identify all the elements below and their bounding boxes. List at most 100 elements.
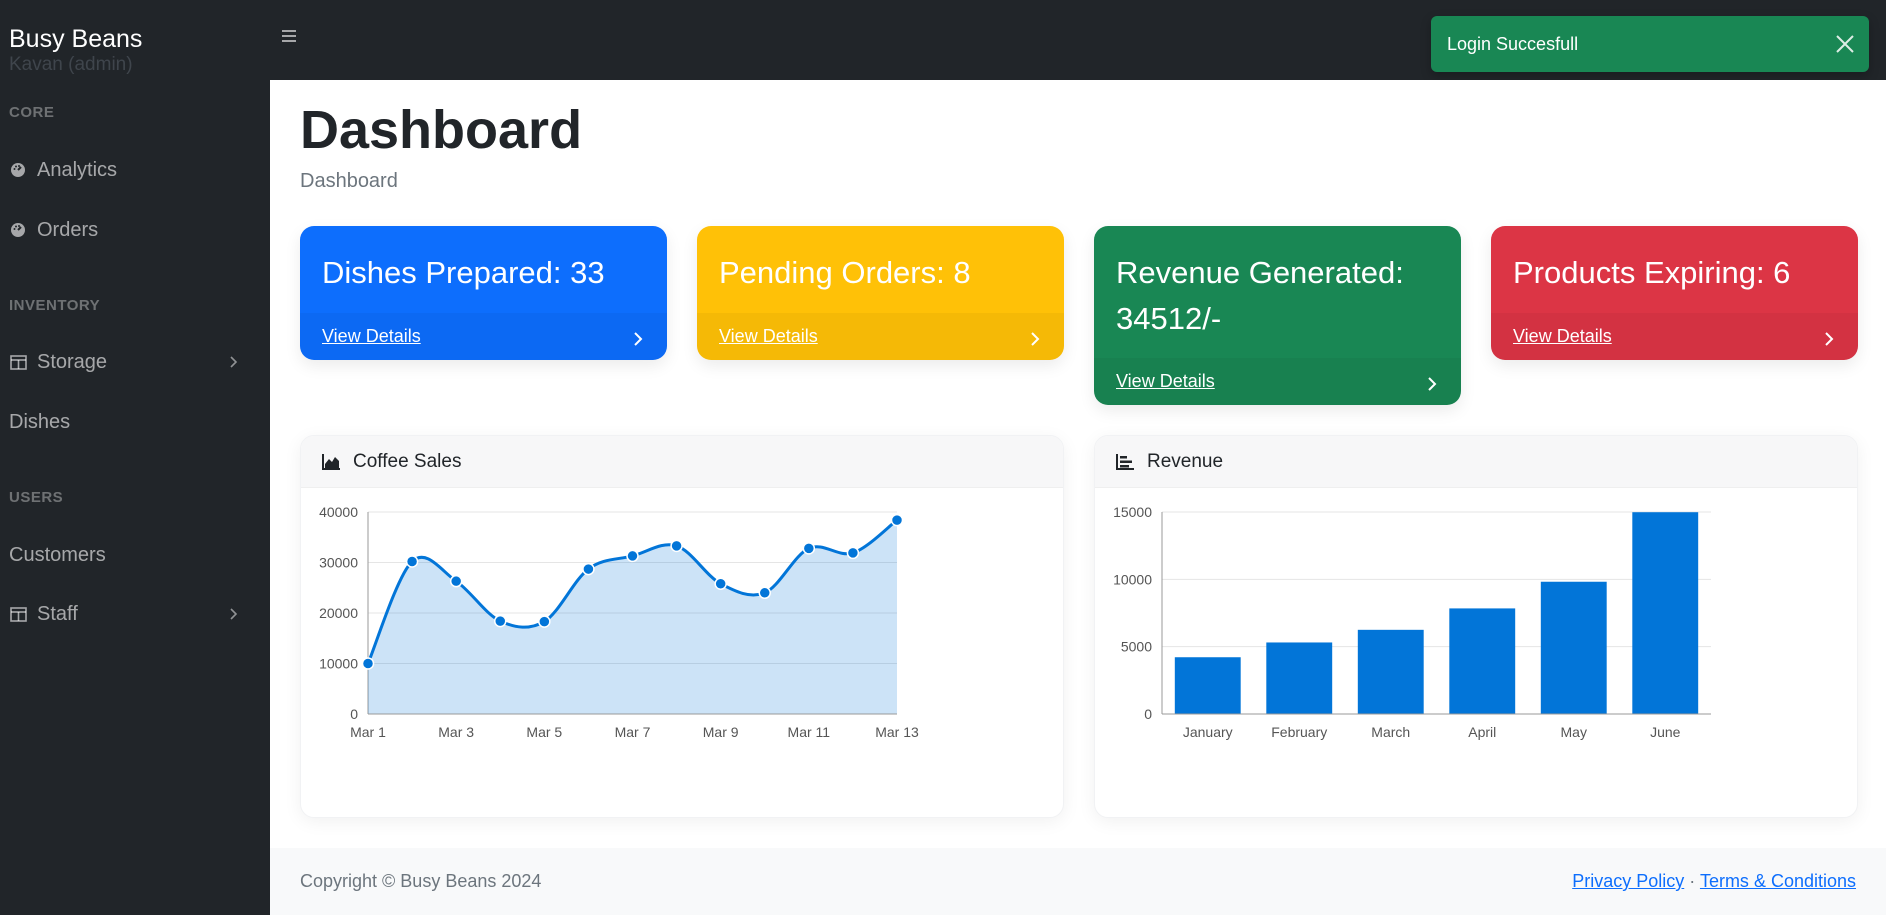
nav-heading-users: USERS [9,489,64,506]
x-tick-label: February [1271,724,1327,740]
login-toast: Login Succesfull [1431,16,1869,72]
x-tick-label: Mar 11 [788,724,831,740]
sidebar-item-customers[interactable]: Customers [9,535,239,575]
columns-icon [9,605,27,623]
data-point [890,513,904,527]
coffee-sales-chart: 0 10000 20000 30000 40000 Mar 1 Mar 3 Mar 5 Mar … [319,504,919,740]
data-point [361,657,375,670]
view-details-link[interactable]: View Details [1513,326,1612,347]
x-tick-label: Mar 9 [703,724,739,740]
x-tick-label: April [1468,724,1496,740]
y-tick-label: 0 [350,706,358,722]
hamburger-menu-icon[interactable] [280,27,302,49]
brand[interactable]: Busy Beans Kavan (admin) [9,24,142,76]
data-point [538,615,551,628]
chevron-right-icon[interactable] [1822,330,1836,346]
data-point [626,549,639,563]
y-tick-label: 10000 [319,656,358,672]
revenue-chart: 0 5000 10000 15000 January February March April… [1113,504,1711,740]
chevron-right-icon[interactable] [227,356,239,368]
sidebar-item-label: Analytics [37,158,118,181]
card-footer: View Details [697,313,1064,360]
panel-header: Coffee Sales [301,436,1063,488]
coffee-sales-panel: Coffee Sales 0 10000 20000 30000 40000 Mar 1 M… [300,435,1064,818]
footer-separator: · [1689,871,1696,891]
sidebar: Busy Beans Kavan (admin) CORE Analytics … [0,0,270,915]
card-text: Revenue Generated: 34512/- [1116,255,1404,336]
bar [1266,642,1333,714]
sidebar-item-label: Orders [37,218,99,241]
card-products-expiring: Products Expiring: 6 View Details [1491,226,1858,360]
x-tick-label: Mar 1 [350,724,386,740]
sidebar-item-orders[interactable]: Orders [9,210,239,250]
page-footer: Copyright © Busy Beans 2024 Privacy Poli… [270,848,1886,915]
bar [1357,629,1424,714]
columns-icon [9,353,27,371]
view-details-link[interactable]: View Details [1116,371,1215,392]
data-point [582,562,595,576]
brand-subtitle: Kavan (admin) [9,54,133,75]
brand-title[interactable]: Busy Beans [9,24,142,54]
bar-chart-icon [1116,453,1134,470]
x-tick-label: March [1371,724,1410,740]
card-footer: View Details [1094,358,1461,405]
sidebar-item-analytics[interactable]: Analytics [9,150,239,190]
area-fill [368,520,897,714]
data-point [494,614,507,628]
nav-heading-inventory: INVENTORY [9,297,101,314]
breadcrumb: Dashboard [300,170,398,192]
chevron-right-icon[interactable] [631,330,645,346]
data-point [846,546,860,560]
card-text: Dishes Prepared: 33 [322,255,605,290]
x-tick-label: June [1650,724,1681,740]
card-footer: View Details [300,313,667,360]
data-point [670,539,683,553]
bar [1449,608,1516,714]
x-tick-label: Mar 5 [526,724,562,740]
sidebar-item-label: Dishes [9,410,71,433]
x-tick-label: Mar 13 [875,724,919,740]
card-dishes-prepared: Dishes Prepared: 33 View Details [300,226,667,360]
y-tick-label: 15000 [1113,504,1152,520]
x-tick-label: Mar 3 [438,724,474,740]
close-icon[interactable] [1833,32,1857,56]
chevron-right-icon[interactable] [1028,330,1042,346]
data-point [714,577,727,590]
panel-title: Revenue [1147,450,1224,472]
y-tick-label: 40000 [319,504,358,520]
main-content: Dashboard Dashboard Dishes Prepared: 33 … [270,80,1886,915]
sidebar-item-staff[interactable]: Staff [9,594,239,634]
sidebar-item-label: Customers [9,543,106,566]
view-details-link[interactable]: View Details [322,326,421,347]
sidebar-item-dishes[interactable]: Dishes [9,402,239,442]
footer-links: Privacy Policy · Terms & Conditions [1572,871,1856,892]
y-tick-label: 10000 [1113,571,1152,587]
terms-conditions-link[interactable]: Terms & Conditions [1700,871,1856,891]
toast-message: Login Succesfull [1447,33,1579,54]
sidebar-item-storage[interactable]: Storage [9,342,239,382]
y-tick-label: 5000 [1121,639,1152,655]
view-details-link[interactable]: View Details [719,326,818,347]
chevron-right-icon[interactable] [1425,375,1439,391]
data-point [802,542,816,555]
revenue-panel: Revenue 0 5000 10000 15000 January February Ma… [1094,435,1858,818]
bar [1632,512,1699,714]
data-point [405,555,419,568]
gauge-icon [9,161,27,179]
x-tick-label: May [1561,724,1587,740]
gauge-icon [9,221,27,239]
area-chart-icon [322,453,340,470]
privacy-policy-link[interactable]: Privacy Policy [1572,871,1684,891]
data-point [758,586,771,600]
x-tick-label: January [1183,724,1233,740]
x-tick-label: Mar 7 [615,724,651,740]
copyright-text: Copyright © Busy Beans 2024 [300,871,542,891]
card-revenue-generated: Revenue Generated: 34512/- View Details [1094,226,1461,405]
bar [1540,581,1607,714]
panel-header: Revenue [1095,436,1857,488]
nav-heading-core: CORE [9,104,55,121]
chevron-right-icon[interactable] [227,608,239,620]
card-text: Pending Orders: 8 [719,255,971,290]
data-point [449,574,463,588]
y-tick-label: 0 [1144,706,1152,722]
